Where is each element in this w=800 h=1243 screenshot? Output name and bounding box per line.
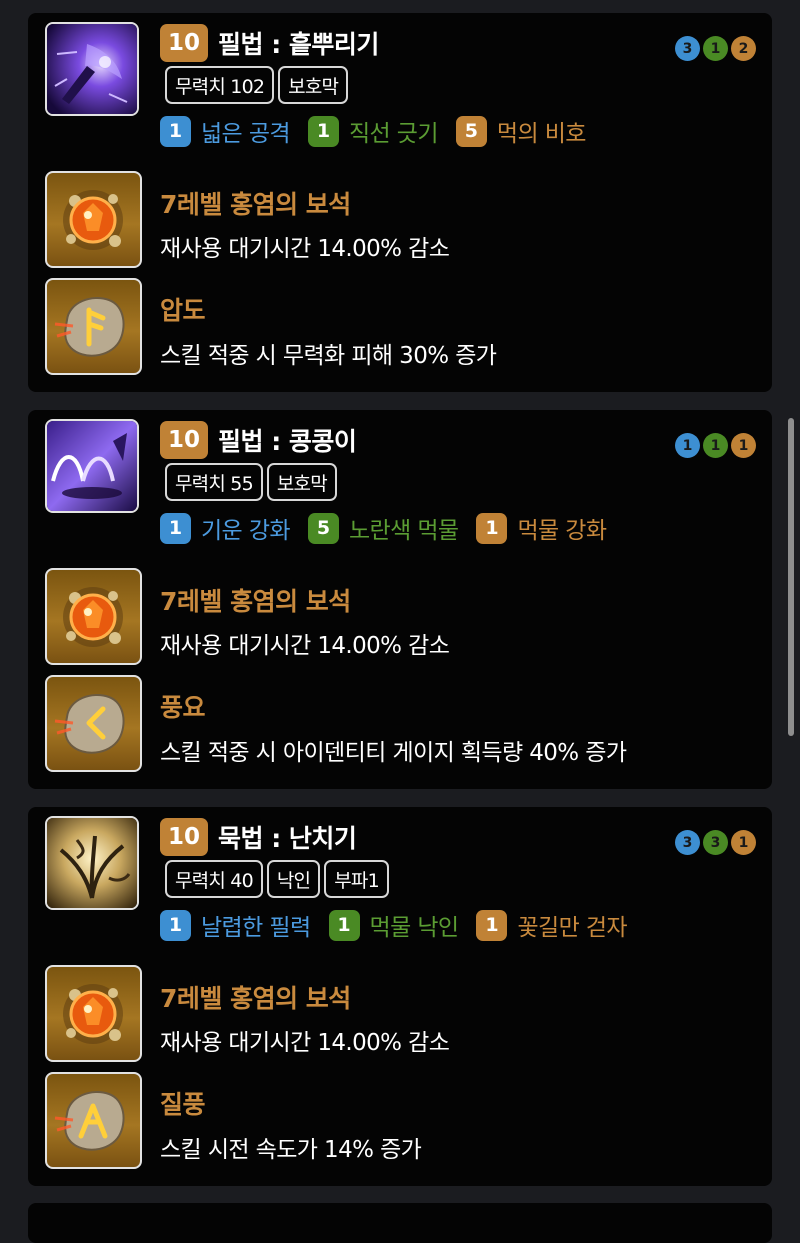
- tripod-item: 1 먹물 낙인: [328, 908, 460, 942]
- tripod-tier-summary: 3 1 2: [675, 36, 756, 61]
- purple-brush-scatter-icon: [45, 22, 139, 116]
- tripod-label: 먹의 비호: [496, 121, 587, 147]
- tripod-level-badge: 1: [160, 512, 191, 544]
- skill-tags: 무력치 40 낙인 부파1: [165, 860, 389, 898]
- rune-effect: 스킬 시전 속도가 14% 증가: [160, 1137, 422, 1163]
- tripod-item: 1 꽃길만 걷자: [476, 908, 628, 942]
- tripod-level-badge: 1: [307, 115, 339, 147]
- fire-gem-icon: [45, 171, 142, 268]
- skill-tag: 낙인: [266, 860, 321, 898]
- tripod-label: 먹물 강화: [517, 518, 607, 544]
- tripod-level-badge: 5: [455, 115, 487, 147]
- tripod-item: 1 기운 강화: [160, 511, 291, 545]
- skill-card[interactable]: 10 묵법 : 난치기 3 3 1 무력치 40 낙인 부파1 1 날렵한 필력…: [28, 807, 772, 1186]
- gem-effect: 재사용 대기시간 14.00% 감소: [160, 1030, 450, 1056]
- purple-hop-icon: [45, 419, 139, 513]
- tripod-label: 날렵한 필력: [201, 915, 311, 941]
- skill-name: 필법 : 콩콩이: [218, 427, 357, 456]
- tripod-level-badge: 1: [476, 909, 508, 941]
- tripod-label: 노란색 먹물: [348, 518, 459, 544]
- skill-list[interactable]: 10 필법 : 흩뿌리기 3 1 2 무력치 102 보호막 1 넓은 공격 1…: [0, 0, 800, 1243]
- skill-level-badge: 10: [160, 421, 208, 459]
- tripod-list: 1 날렵한 필력 1 먹물 낙인 1 꽃길만 걷자: [160, 906, 645, 944]
- tripod-item: 1 먹물 강화: [476, 511, 607, 545]
- skill-level-badge: 10: [160, 818, 208, 856]
- skill-tag: 무력치 102: [165, 66, 275, 104]
- skill-tag: 무력치 55: [165, 463, 263, 501]
- rune-effect: 스킬 적중 시 무력화 피해 30% 증가: [160, 343, 497, 369]
- tripod-label: 먹물 낙인: [369, 915, 460, 941]
- skill-tag: 무력치 40: [165, 860, 263, 898]
- skill-card[interactable]: 10 필법 : 흩뿌리기 3 1 2 무력치 102 보호막 1 넓은 공격 1…: [28, 13, 772, 392]
- gem-name: 7레벨 홍염의 보석: [160, 190, 351, 219]
- tier-dot-orange: 1: [731, 433, 756, 458]
- skill-tags: 무력치 102 보호막: [165, 66, 349, 104]
- tripod-list: 1 넓은 공격 1 직선 긋기 5 먹의 비호: [160, 112, 604, 150]
- rune-name: 풍요: [160, 693, 206, 722]
- skill-card-partial[interactable]: [28, 1203, 772, 1243]
- tier-dot-blue: 3: [675, 36, 700, 61]
- tripod-label: 직선 긋기: [348, 121, 439, 147]
- rune-name: 압도: [160, 296, 206, 325]
- tier-dot-orange: 1: [731, 830, 756, 855]
- skill-tag: 부파1: [324, 860, 389, 898]
- tripod-label: 넓은 공격: [201, 121, 291, 147]
- tripod-label: 기운 강화: [201, 518, 291, 544]
- skill-tag: 보호막: [278, 66, 349, 104]
- tripod-label: 꽃길만 걷자: [517, 915, 627, 941]
- golden-orchid-icon: [45, 816, 139, 910]
- rune-stone-icon: [45, 675, 142, 772]
- gem-effect: 재사용 대기시간 14.00% 감소: [160, 236, 450, 262]
- tripod-list: 1 기운 강화 5 노란색 먹물 1 먹물 강화: [160, 509, 624, 547]
- tier-dot-green: 1: [703, 36, 728, 61]
- scrollbar-thumb[interactable]: [788, 418, 794, 736]
- tripod-level-badge: 1: [160, 115, 191, 147]
- tripod-item: 1 넓은 공격: [160, 114, 291, 148]
- skill-tag: 보호막: [266, 463, 337, 501]
- tripod-tier-summary: 1 1 1: [675, 433, 756, 458]
- skill-card[interactable]: 10 필법 : 콩콩이 1 1 1 무력치 55 보호막 1 기운 강화 5 노…: [28, 410, 772, 789]
- tier-dot-blue: 1: [675, 433, 700, 458]
- tripod-level-badge: 1: [160, 909, 191, 941]
- tripod-level-badge: 1: [328, 909, 360, 941]
- tripod-level-badge: 5: [307, 512, 339, 544]
- tripod-item: 1 날렵한 필력: [160, 908, 311, 942]
- rune-stone-icon: [45, 278, 142, 375]
- tripod-item: 5 먹의 비호: [455, 114, 587, 148]
- tier-dot-green: 1: [703, 433, 728, 458]
- skill-level-badge: 10: [160, 24, 208, 62]
- tier-dot-green: 3: [703, 830, 728, 855]
- gem-name: 7레벨 홍염의 보석: [160, 984, 351, 1013]
- skill-name: 필법 : 흩뿌리기: [218, 30, 379, 59]
- tripod-item: 5 노란색 먹물: [307, 511, 459, 545]
- tier-dot-orange: 2: [731, 36, 756, 61]
- rune-stone-icon: [45, 1072, 142, 1169]
- rune-name: 질풍: [160, 1090, 206, 1119]
- tier-dot-blue: 3: [675, 830, 700, 855]
- tripod-item: 1 직선 긋기: [307, 114, 439, 148]
- skill-name: 묵법 : 난치기: [218, 824, 357, 853]
- fire-gem-icon: [45, 568, 142, 665]
- skill-tags: 무력치 55 보호막: [165, 463, 337, 501]
- rune-effect: 스킬 적중 시 아이덴티티 게이지 획득량 40% 증가: [160, 740, 627, 766]
- fire-gem-icon: [45, 965, 142, 1062]
- tripod-tier-summary: 3 3 1: [675, 830, 756, 855]
- gem-name: 7레벨 홍염의 보석: [160, 587, 351, 616]
- gem-effect: 재사용 대기시간 14.00% 감소: [160, 633, 450, 659]
- tripod-level-badge: 1: [476, 512, 508, 544]
